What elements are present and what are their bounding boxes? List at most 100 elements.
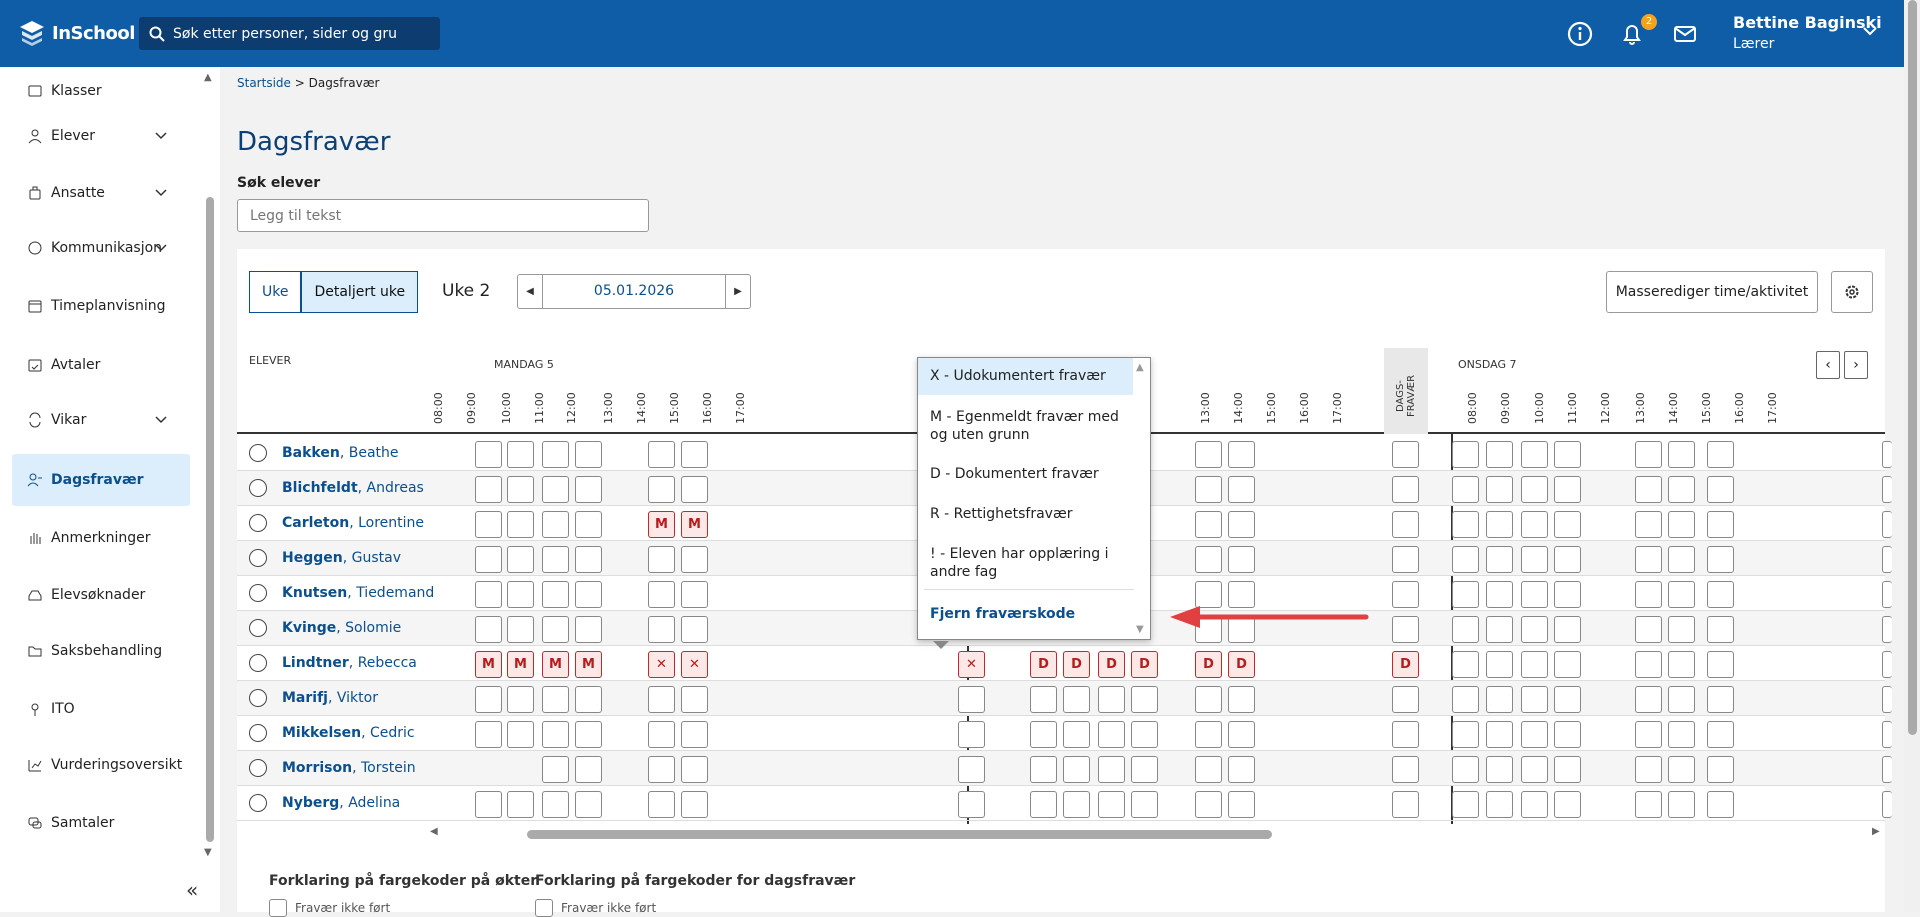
absence-cell[interactable] — [1195, 511, 1222, 538]
chevron-down-icon[interactable] — [154, 241, 168, 255]
settings-button[interactable] — [1831, 271, 1873, 313]
absence-cell[interactable] — [475, 581, 502, 608]
daily-absence-cell[interactable]: D — [1392, 651, 1419, 678]
student-last-name[interactable]: Mikkelsen — [282, 725, 361, 741]
absence-cell[interactable] — [1554, 546, 1581, 573]
absence-cell[interactable] — [1486, 546, 1513, 573]
tab-detailed-week[interactable]: Detaljert uke — [301, 271, 419, 313]
absence-cell[interactable] — [1882, 651, 1892, 678]
absence-cell[interactable] — [1452, 441, 1479, 468]
absence-cell[interactable] — [1030, 756, 1057, 783]
absence-cell[interactable] — [1521, 651, 1548, 678]
absence-cell[interactable] — [1030, 686, 1057, 713]
absence-cell[interactable] — [1452, 756, 1479, 783]
absence-cell[interactable] — [475, 721, 502, 748]
absence-cell[interactable] — [1635, 581, 1662, 608]
absence-cell[interactable] — [575, 476, 602, 503]
daily-absence-cell[interactable] — [1392, 721, 1419, 748]
absence-cell[interactable] — [1452, 686, 1479, 713]
date-value[interactable]: 05.01.2026 — [542, 275, 726, 308]
daily-absence-cell[interactable] — [1392, 511, 1419, 538]
student-name[interactable]: Marifj, Viktor — [282, 690, 378, 706]
student-last-name[interactable]: Knutsen — [282, 585, 347, 601]
absence-cell[interactable] — [1635, 476, 1662, 503]
absence-cell[interactable] — [1635, 756, 1662, 783]
absence-cell[interactable] — [1521, 616, 1548, 643]
row-select-radio[interactable] — [249, 654, 267, 672]
absence-cell[interactable] — [1131, 686, 1158, 713]
absence-option-d[interactable]: D - Dokumentert fravær — [918, 465, 1133, 483]
scroll-down-icon[interactable]: ▼ — [1136, 624, 1144, 635]
absence-cell[interactable] — [542, 756, 569, 783]
absence-cell[interactable] — [1882, 791, 1892, 818]
sidebar-item-samtaler[interactable]: Samtaler — [12, 797, 190, 849]
student-last-name[interactable]: Nyberg — [282, 795, 339, 811]
row-select-radio[interactable] — [249, 549, 267, 567]
chevron-down-icon[interactable] — [154, 129, 168, 143]
absence-cell[interactable] — [1228, 791, 1255, 818]
sidebar-item-timeplanvisning[interactable]: Timeplanvisning — [12, 280, 190, 332]
absence-cell[interactable] — [1063, 756, 1090, 783]
absence-cell[interactable] — [1521, 511, 1548, 538]
absence-cell[interactable] — [1635, 546, 1662, 573]
absence-cell[interactable] — [1668, 441, 1695, 468]
student-first-name[interactable]: Beathe — [349, 445, 399, 461]
absence-cell[interactable] — [1882, 721, 1892, 748]
absence-cell[interactable] — [1668, 791, 1695, 818]
absence-cell[interactable] — [681, 476, 708, 503]
student-name[interactable]: Carleton, Lorentine — [282, 515, 424, 531]
absence-cell[interactable] — [648, 546, 675, 573]
absence-cell[interactable] — [1521, 581, 1548, 608]
daily-absence-cell[interactable] — [1392, 791, 1419, 818]
absence-cell[interactable] — [1882, 616, 1892, 643]
sidebar-item-anmerkninger[interactable]: Anmerkninger — [12, 512, 190, 564]
chevron-down-icon[interactable] — [154, 413, 168, 427]
absence-cell[interactable] — [1486, 476, 1513, 503]
absence-cell[interactable] — [958, 721, 985, 748]
sidebar-item-elever[interactable]: Elever — [12, 110, 190, 162]
absence-cell[interactable] — [1195, 721, 1222, 748]
absence-cell[interactable]: ✕ — [958, 651, 985, 678]
student-first-name[interactable]: Torstein — [361, 760, 416, 776]
absence-cell[interactable] — [648, 581, 675, 608]
absence-cell[interactable] — [1882, 476, 1892, 503]
absence-cell[interactable] — [1098, 791, 1125, 818]
absence-cell[interactable] — [575, 511, 602, 538]
scroll-down-icon[interactable]: ▼ — [204, 847, 212, 858]
absence-cell[interactable] — [1452, 616, 1479, 643]
absence-cell[interactable] — [1486, 616, 1513, 643]
absence-cell[interactable] — [1668, 476, 1695, 503]
absence-cell[interactable] — [648, 686, 675, 713]
absence-cell[interactable] — [1668, 686, 1695, 713]
absence-cell[interactable] — [1554, 476, 1581, 503]
absence-cell[interactable] — [1486, 721, 1513, 748]
absence-cell[interactable] — [1882, 546, 1892, 573]
absence-cell[interactable] — [1554, 511, 1581, 538]
absence-cell[interactable] — [1063, 686, 1090, 713]
absence-cell[interactable] — [475, 441, 502, 468]
student-last-name[interactable]: Bakken — [282, 445, 340, 461]
absence-cell[interactable] — [542, 546, 569, 573]
remove-absence-code-link[interactable]: Fjern fraværskode — [918, 605, 1133, 623]
absence-cell[interactable]: M — [575, 651, 602, 678]
absence-cell[interactable] — [958, 791, 985, 818]
absence-cell[interactable] — [1452, 721, 1479, 748]
absence-cell[interactable] — [1228, 511, 1255, 538]
student-name[interactable]: Kvinge, Solomie — [282, 620, 401, 636]
student-name[interactable]: Nyberg, Adelina — [282, 795, 400, 811]
absence-cell[interactable] — [575, 581, 602, 608]
absence-cell[interactable] — [1554, 616, 1581, 643]
absence-cell[interactable] — [1554, 441, 1581, 468]
date-picker[interactable]: ◀ 05.01.2026 ▶ — [517, 274, 751, 309]
row-select-radio[interactable] — [249, 794, 267, 812]
absence-cell[interactable] — [507, 511, 534, 538]
search-students-input[interactable] — [237, 199, 649, 232]
prev-week-icon[interactable]: ◀ — [518, 275, 542, 308]
absence-cell[interactable] — [1486, 686, 1513, 713]
sidebar-item-avtaler[interactable]: Avtaler — [12, 339, 190, 391]
page-scrollbar-thumb[interactable] — [1908, 0, 1917, 735]
absence-cell[interactable] — [648, 791, 675, 818]
absence-cell[interactable] — [475, 616, 502, 643]
absence-cell[interactable] — [1030, 721, 1057, 748]
absence-cell[interactable]: M — [648, 511, 675, 538]
